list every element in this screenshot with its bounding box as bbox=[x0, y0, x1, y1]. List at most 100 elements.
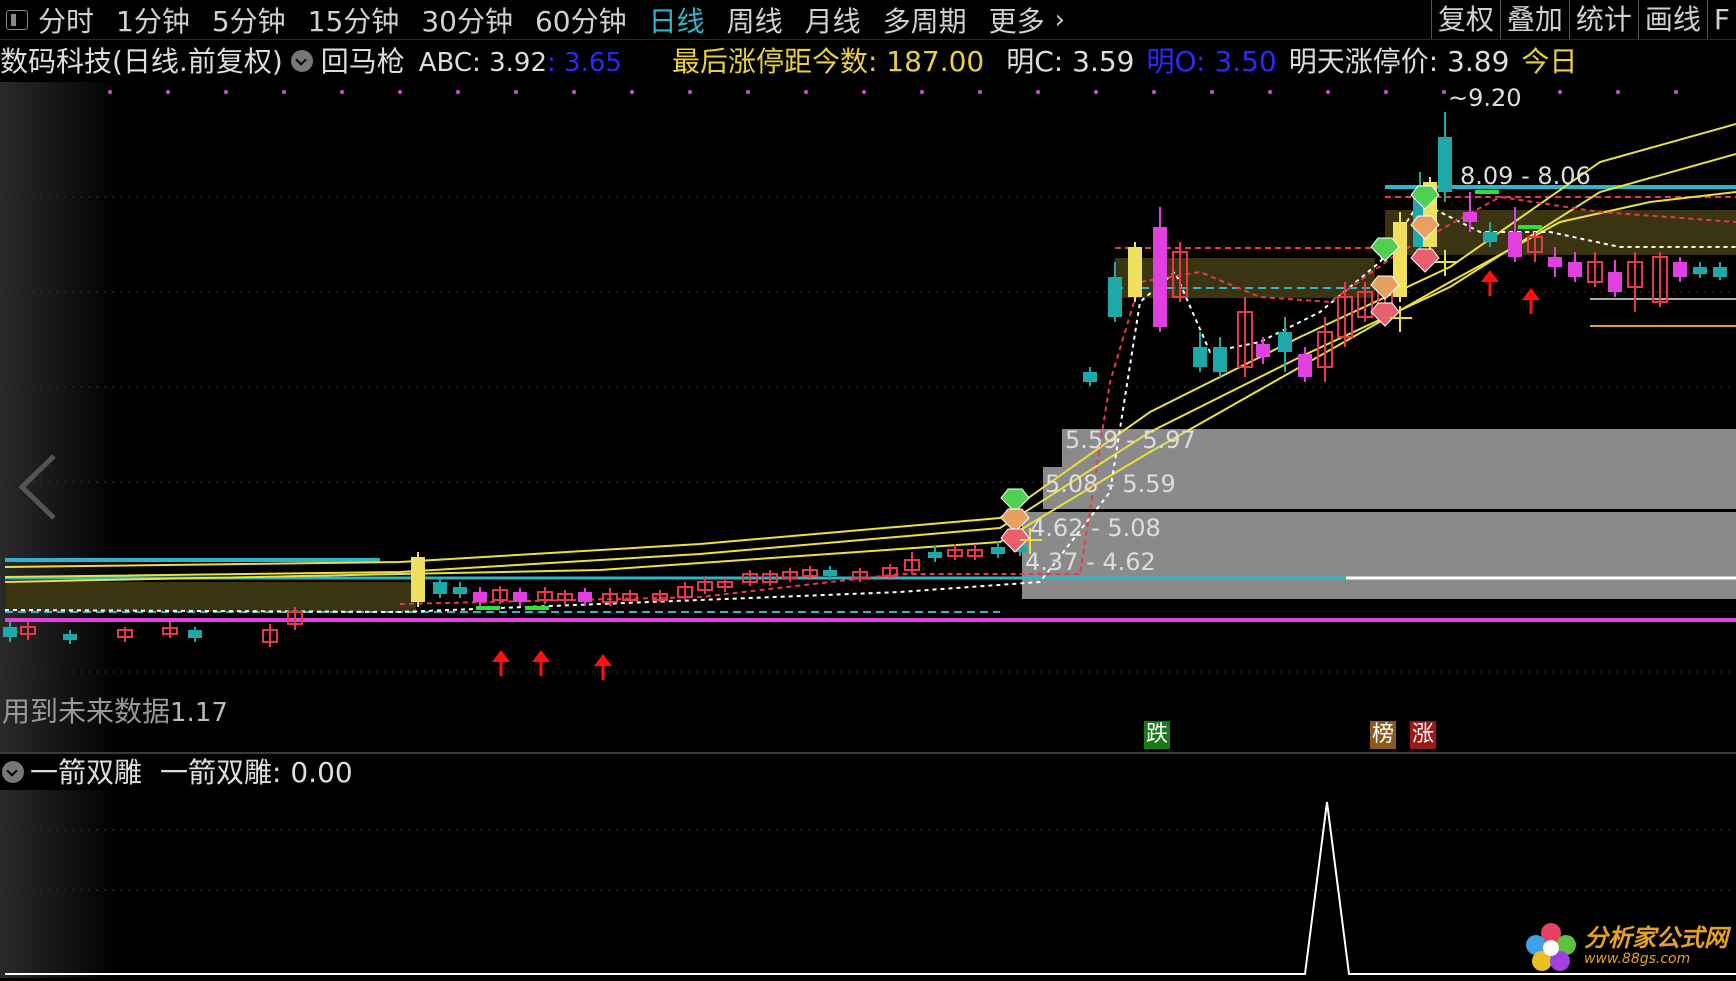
candle bbox=[928, 552, 942, 558]
marker-dot bbox=[746, 90, 750, 94]
signal-line bbox=[5, 801, 1736, 975]
candle bbox=[473, 592, 487, 602]
abc-second-value: : 3.65 bbox=[547, 48, 622, 78]
candle bbox=[1256, 344, 1270, 357]
tab-daily[interactable]: 日线 bbox=[649, 0, 705, 40]
zone-olive bbox=[6, 582, 416, 612]
candle bbox=[411, 557, 425, 602]
marker-dot bbox=[1616, 90, 1620, 94]
watermark-title: 分析家公式网 bbox=[1584, 924, 1728, 952]
layout-toggle-icon[interactable] bbox=[6, 9, 28, 30]
right-toolbar: 复权 叠加 统计 画线 F bbox=[1430, 0, 1736, 39]
marker-dot bbox=[166, 90, 170, 94]
tag-rise: 涨 bbox=[1410, 721, 1437, 749]
candle bbox=[188, 630, 202, 638]
marker-dot bbox=[398, 90, 402, 94]
candle bbox=[3, 627, 17, 637]
marker-dot bbox=[1326, 90, 1330, 94]
marker-dot bbox=[1268, 90, 1272, 94]
indicator-dropdown-icon[interactable] bbox=[290, 50, 313, 72]
indicator-name[interactable]: 回马枪 bbox=[321, 45, 405, 78]
marker-dot bbox=[572, 90, 576, 94]
tab-monthly[interactable]: 月线 bbox=[805, 0, 861, 40]
price-label: 5.08 - 5.59 bbox=[1045, 470, 1176, 498]
tag-fall: 跌 bbox=[1144, 721, 1171, 749]
candle bbox=[1193, 347, 1207, 367]
marker-dot bbox=[862, 90, 866, 94]
limit-up-price-value: 明天涨停价: 3.89 bbox=[1288, 45, 1510, 78]
candle bbox=[1128, 247, 1142, 297]
price-label: 8.09 - 8.06 bbox=[1460, 162, 1591, 190]
candle bbox=[1508, 232, 1522, 257]
panel-divider[interactable] bbox=[0, 752, 1736, 754]
timeframe-toolbar: 分时 1分钟 5分钟 15分钟 30分钟 60分钟 日线 周线 月线 多周期 更… bbox=[0, 0, 1736, 40]
today-label: 今日 bbox=[1521, 45, 1578, 78]
tag-rank: 榜 bbox=[1370, 721, 1397, 749]
tab-multi-period[interactable]: 多周期 bbox=[883, 0, 967, 40]
chart-window: 分时 1分钟 5分钟 15分钟 30分钟 60分钟 日线 周线 月线 多周期 更… bbox=[0, 0, 1736, 981]
price-label: 4.62 - 5.08 bbox=[1030, 514, 1161, 542]
indicator-chart[interactable] bbox=[0, 790, 1736, 978]
indicator-panel-header: 一箭双雕 一箭双雕: 0.00 bbox=[0, 755, 353, 791]
indicator-panel-dropdown-icon[interactable] bbox=[2, 761, 24, 783]
marker-dot bbox=[1152, 90, 1156, 94]
stats-button[interactable]: 统计 bbox=[1568, 0, 1638, 39]
tab-60min[interactable]: 60分钟 bbox=[535, 0, 627, 40]
tab-5min[interactable]: 5分钟 bbox=[212, 0, 286, 40]
candle bbox=[823, 570, 837, 576]
left-shade bbox=[0, 790, 120, 978]
candle bbox=[1548, 257, 1562, 267]
next-open-value: 明O: 3.50 bbox=[1146, 45, 1277, 78]
signal-bar bbox=[525, 606, 549, 610]
candle bbox=[991, 547, 1005, 554]
marker-dot bbox=[282, 90, 286, 94]
signal-bar bbox=[476, 606, 500, 610]
marker-dot bbox=[1036, 90, 1040, 94]
candle bbox=[1463, 212, 1477, 222]
candle bbox=[1298, 354, 1312, 377]
future-data-note: 用到未来数据1.17 bbox=[2, 695, 228, 728]
candle bbox=[1608, 272, 1622, 292]
watermark: 分析家公式网 www.88gs.com bbox=[1522, 919, 1728, 973]
indicator-panel-value: 一箭双雕: 0.00 bbox=[160, 756, 353, 789]
price-label: ~9.20 bbox=[1448, 84, 1522, 112]
marker-dot bbox=[804, 90, 808, 94]
tab-timeshare[interactable]: 分时 bbox=[38, 0, 94, 40]
candle bbox=[578, 592, 592, 602]
marker-dot bbox=[1674, 90, 1678, 94]
chevron-left-icon[interactable] bbox=[16, 452, 60, 522]
tab-weekly[interactable]: 周线 bbox=[727, 0, 783, 40]
candle bbox=[1693, 267, 1707, 274]
tab-1min[interactable]: 1分钟 bbox=[116, 0, 190, 40]
marker-dot bbox=[224, 90, 228, 94]
candle bbox=[1213, 347, 1227, 372]
more-tools-button[interactable]: F bbox=[1706, 0, 1736, 39]
main-candlestick-chart[interactable]: ~9.20 8.09 - 8.06 5.59 - 5.97 5.08 - 5.59 4.… bbox=[0, 82, 1736, 752]
candle bbox=[63, 634, 77, 640]
overlay-button[interactable]: 叠加 bbox=[1499, 0, 1569, 39]
tab-15min[interactable]: 15分钟 bbox=[308, 0, 400, 40]
candle bbox=[1713, 267, 1727, 277]
diamond-icon bbox=[1410, 248, 1440, 273]
indicator-info-bar: 数码科技(日线.前复权) 回马枪 ABC: 3.92: 3.65 最后涨停距今数: 1… bbox=[0, 42, 1736, 82]
abc-value: ABC: 3.92 bbox=[418, 48, 548, 78]
price-label: 5.59 - 5.97 bbox=[1065, 426, 1196, 454]
candle bbox=[1153, 227, 1167, 327]
stock-title: 数码科技(日线.前复权) bbox=[0, 45, 283, 78]
adjust-button[interactable]: 复权 bbox=[1430, 0, 1500, 39]
candle bbox=[1278, 332, 1292, 352]
tab-more[interactable]: 更多 bbox=[989, 0, 1045, 40]
candle bbox=[1673, 262, 1687, 277]
marker-dot bbox=[688, 90, 692, 94]
marker-dot bbox=[1094, 90, 1098, 94]
candle bbox=[1438, 137, 1452, 192]
indicator-panel-name[interactable]: 一箭双雕 bbox=[30, 756, 142, 789]
signal-bar bbox=[1518, 225, 1542, 229]
chevron-right-icon[interactable]: › bbox=[1055, 5, 1065, 35]
tab-30min[interactable]: 30分钟 bbox=[421, 0, 513, 40]
candle bbox=[453, 587, 467, 594]
draw-button[interactable]: 画线 bbox=[1637, 0, 1707, 39]
left-shade bbox=[0, 82, 120, 752]
candle bbox=[433, 582, 447, 594]
price-label: 4.37 - 4.62 bbox=[1025, 548, 1156, 576]
